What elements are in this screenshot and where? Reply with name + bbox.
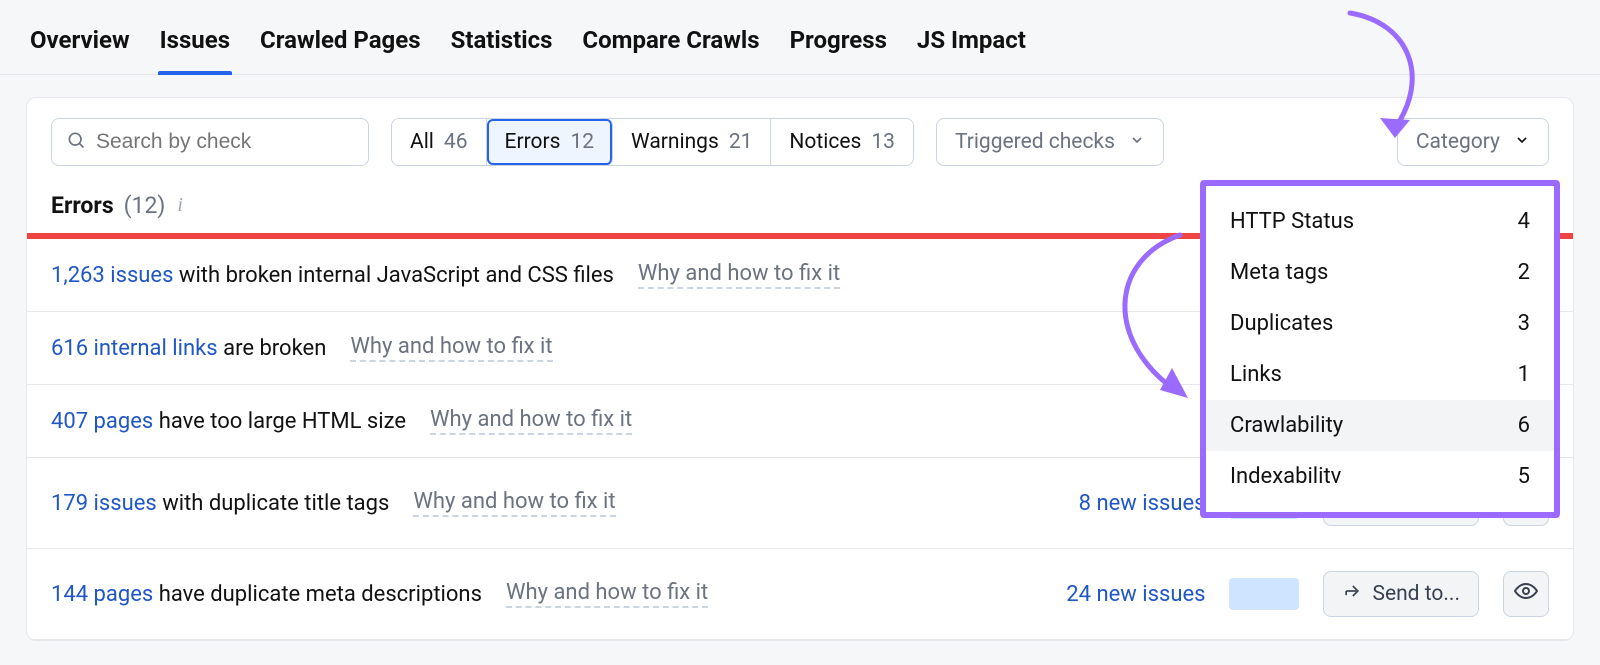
triggered-checks-label: Triggered checks <box>955 130 1115 154</box>
category-option-count: 3 <box>1518 311 1530 336</box>
seg-notices-label: Notices <box>789 130 861 154</box>
search-icon <box>66 130 86 154</box>
category-option-label: Meta tags <box>1230 260 1328 285</box>
section-title: Errors <box>51 192 114 219</box>
category-label: Category <box>1416 130 1500 154</box>
issue-count-link[interactable]: 407 pages <box>51 409 153 434</box>
chevron-down-icon <box>1514 130 1530 154</box>
category-dropdown[interactable]: Category <box>1397 118 1549 166</box>
tab-progress[interactable]: Progress <box>788 18 889 74</box>
category-option-label: Links <box>1230 362 1282 387</box>
seg-all-label: All <box>410 130 434 154</box>
issue-description: 179 issues with duplicate title tags <box>51 491 389 516</box>
why-fix-link[interactable]: Why and how to fix it <box>506 580 708 608</box>
new-issues-link[interactable]: 24 new issues <box>1066 582 1205 607</box>
send-to-button[interactable]: Send to... <box>1323 571 1479 617</box>
issue-row: 144 pages have duplicate meta descriptio… <box>27 549 1573 640</box>
seg-errors[interactable]: Errors 12 <box>487 119 614 165</box>
search-input[interactable] <box>96 130 354 154</box>
tab-crawled-pages[interactable]: Crawled Pages <box>258 18 423 74</box>
search-box[interactable] <box>51 118 369 166</box>
eye-icon <box>1514 579 1538 609</box>
issue-count-link[interactable]: 1,263 issues <box>51 263 173 288</box>
tab-statistics[interactable]: Statistics <box>449 18 555 74</box>
seg-notices-count: 13 <box>871 130 895 154</box>
category-option-label: Duplicates <box>1230 311 1333 336</box>
trend-chip <box>1229 578 1299 610</box>
why-fix-link[interactable]: Why and how to fix it <box>350 334 552 362</box>
severity-segment: All 46 Errors 12 Warnings 21 Notices 13 <box>391 118 914 166</box>
view-button[interactable] <box>1503 571 1549 617</box>
seg-warnings[interactable]: Warnings 21 <box>613 119 771 165</box>
category-option-meta-tags[interactable]: Meta tags 2 <box>1206 247 1554 298</box>
category-option-http-status[interactable]: HTTP Status 4 <box>1206 196 1554 247</box>
send-to-label: Send to... <box>1372 582 1460 606</box>
new-issues-link[interactable]: 8 new issues <box>1079 491 1206 516</box>
category-dropdown-panel: HTTP Status 4 Meta tags 2 Duplicates 3 L… <box>1200 180 1560 518</box>
issue-text: are broken <box>218 336 327 361</box>
category-option-count: 6 <box>1518 413 1530 438</box>
share-arrow-icon <box>1342 581 1362 607</box>
why-fix-link[interactable]: Why and how to fix it <box>638 261 840 289</box>
category-option-label: Indexabilitv <box>1230 464 1341 489</box>
category-option-count: 1 <box>1518 362 1530 387</box>
issue-text: with broken internal JavaScript and CSS … <box>173 263 613 288</box>
issue-text: have duplicate meta descriptions <box>153 582 482 607</box>
seg-notices[interactable]: Notices 13 <box>771 119 913 165</box>
tab-overview[interactable]: Overview <box>28 18 132 74</box>
issue-description: 616 internal links are broken <box>51 336 326 361</box>
tab-js-impact[interactable]: JS Impact <box>915 18 1028 74</box>
issue-text: with duplicate title tags <box>157 491 390 516</box>
why-fix-link[interactable]: Why and how to fix it <box>430 407 632 435</box>
seg-warnings-count: 21 <box>729 130 753 154</box>
category-option-count: 4 <box>1518 209 1530 234</box>
category-option-count: 2 <box>1518 260 1530 285</box>
triggered-checks-dropdown[interactable]: Triggered checks <box>936 118 1164 166</box>
tab-compare-crawls[interactable]: Compare Crawls <box>580 18 761 74</box>
seg-all-count: 46 <box>444 130 468 154</box>
seg-all[interactable]: All 46 <box>392 119 487 165</box>
issue-count-link[interactable]: 179 issues <box>51 491 157 516</box>
section-count: (12) <box>124 192 166 219</box>
issue-description: 1,263 issues with broken internal JavaSc… <box>51 263 614 288</box>
seg-errors-count: 12 <box>570 130 594 154</box>
seg-warnings-label: Warnings <box>631 130 719 154</box>
why-fix-link[interactable]: Why and how to fix it <box>413 489 615 517</box>
category-option-duplicates[interactable]: Duplicates 3 <box>1206 298 1554 349</box>
category-option-indexability[interactable]: Indexabilitv 5 <box>1206 451 1554 502</box>
issue-description: 144 pages have duplicate meta descriptio… <box>51 582 482 607</box>
chevron-down-icon <box>1129 130 1145 154</box>
category-option-count: 5 <box>1518 464 1530 489</box>
issue-text: have too large HTML size <box>153 409 406 434</box>
issue-description: 407 pages have too large HTML size <box>51 409 406 434</box>
top-nav: Overview Issues Crawled Pages Statistics… <box>0 0 1600 75</box>
category-option-links[interactable]: Links 1 <box>1206 349 1554 400</box>
issue-count-link[interactable]: 616 internal links <box>51 336 218 361</box>
category-option-label: HTTP Status <box>1230 209 1354 234</box>
tab-issues[interactable]: Issues <box>158 18 232 74</box>
category-option-label: Crawlability <box>1230 413 1343 438</box>
category-option-crawlability[interactable]: Crawlability 6 <box>1206 400 1554 451</box>
filter-bar: All 46 Errors 12 Warnings 21 Notices 13 … <box>27 98 1573 184</box>
info-icon[interactable]: i <box>177 194 183 217</box>
issue-count-link[interactable]: 144 pages <box>51 582 153 607</box>
seg-errors-label: Errors <box>505 130 561 154</box>
